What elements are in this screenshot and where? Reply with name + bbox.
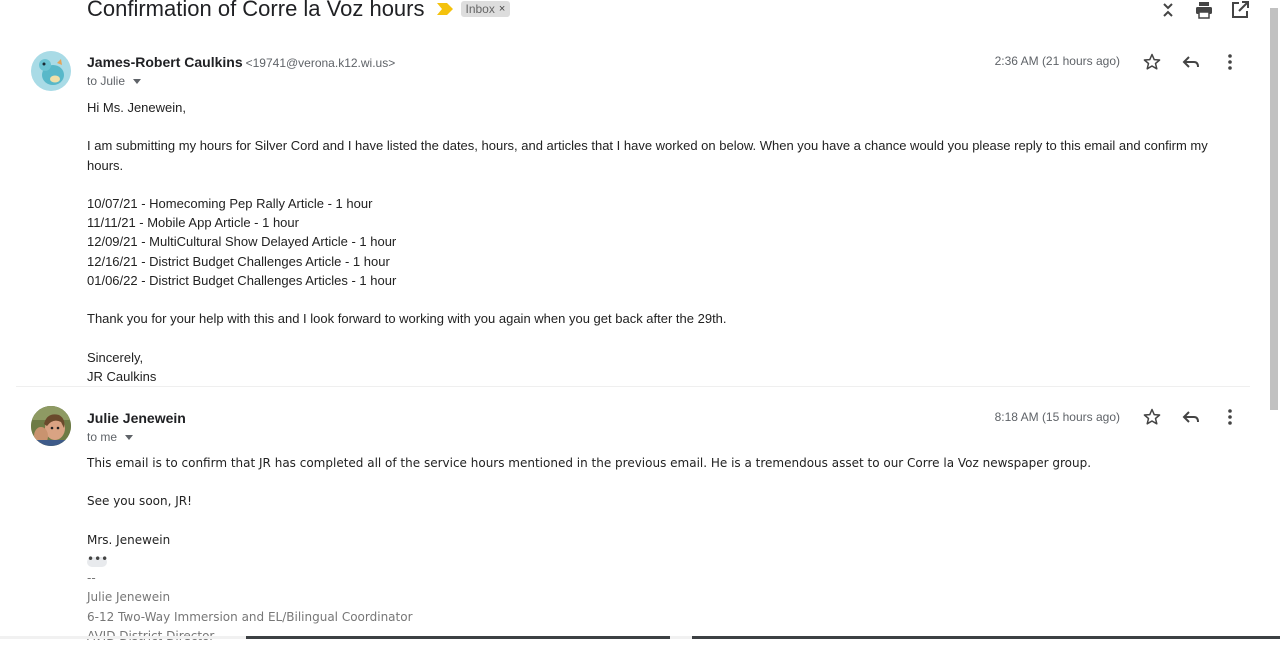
- inbox-label-chip: Inbox ×: [460, 1, 511, 17]
- message-actions: [1142, 52, 1240, 72]
- greeting: Hi Ms. Jenewein,: [87, 100, 186, 115]
- avatar[interactable]: [31, 51, 71, 91]
- star-icon[interactable]: [1142, 407, 1162, 427]
- label-text: Inbox: [465, 2, 495, 16]
- important-marker-icon[interactable]: [436, 3, 453, 15]
- sender-name[interactable]: Julie Jenewein: [87, 410, 186, 426]
- reply-icon[interactable]: [1181, 52, 1201, 72]
- hours-entry: 10/07/21 - Homecoming Pep Rally Article …: [87, 195, 373, 211]
- star-icon[interactable]: [1142, 52, 1162, 72]
- print-icon[interactable]: [1194, 0, 1214, 20]
- signoff: JR Caulkins: [87, 368, 157, 384]
- collapse-all-icon[interactable]: [1158, 0, 1178, 20]
- message-timestamp: 8:18 AM (15 hours ago): [994, 410, 1120, 424]
- recipient-details-toggle[interactable]: to me: [87, 430, 134, 444]
- recipient-text: to me: [87, 430, 118, 444]
- sender-name-text: Julie Jenewein: [87, 410, 186, 426]
- chevron-down-icon: [125, 434, 134, 440]
- signature-title: 6-12 Two-Way Immersion and EL/Bilingual …: [87, 609, 413, 624]
- sender-email: <19741@verona.k12.wi.us>: [245, 56, 396, 70]
- recipient-details-toggle[interactable]: to Julie: [87, 74, 142, 88]
- message-timestamp: 2:36 AM (21 hours ago): [994, 54, 1120, 68]
- show-trimmed-content-button[interactable]: •••: [87, 553, 108, 567]
- recipient-text: to Julie: [87, 74, 126, 88]
- subject-row: Confirmation of Corre la Voz hours Inbox…: [87, 0, 511, 26]
- thread-toolbar: [1158, 0, 1250, 20]
- chevron-down-icon: [133, 78, 142, 84]
- signature-separator: --: [87, 571, 96, 586]
- message-body: Hi Ms. Jenewein, I am submitting my hour…: [87, 98, 1247, 386]
- body-paragraph: This email is to confirm that JR has com…: [87, 456, 1092, 470]
- signature-name: Julie Jenewein: [87, 590, 171, 605]
- sender-name[interactable]: James-Robert Caulkins <19741@verona.k12.w…: [87, 54, 395, 70]
- thread-subject: Confirmation of Corre la Voz hours: [87, 0, 425, 21]
- avatar[interactable]: [31, 406, 71, 446]
- hours-entry: 01/06/22 - District Budget Challenges Ar…: [87, 272, 397, 288]
- reply-icon[interactable]: [1181, 407, 1201, 427]
- more-options-icon[interactable]: [1220, 407, 1240, 427]
- message-actions: [1142, 407, 1240, 427]
- body-paragraph: I am submitting my hours for Silver Cord…: [87, 138, 1208, 173]
- thanks-paragraph: Thank you for your help with this and I …: [87, 311, 727, 327]
- closing: Sincerely,: [87, 349, 144, 365]
- more-options-icon[interactable]: [1220, 52, 1240, 72]
- hours-entry: 12/16/21 - District Budget Challenges Ar…: [87, 253, 390, 269]
- open-in-new-window-icon[interactable]: [1230, 0, 1250, 20]
- scrollbar-track[interactable]: [1268, 0, 1280, 639]
- message-body: This email is to confirm that JR has com…: [87, 454, 1247, 646]
- hours-entry: 12/09/21 - MultiCultural Show Delayed Ar…: [87, 234, 397, 250]
- remove-label-icon[interactable]: ×: [499, 3, 505, 15]
- closing: Mrs. Jenewein: [87, 532, 171, 547]
- body-paragraph: See you soon, JR!: [87, 494, 192, 509]
- scrollbar-thumb[interactable]: [1270, 8, 1278, 410]
- hours-entry: 11/11/21 - Mobile App Article - 1 hour: [87, 215, 299, 231]
- sender-name-text: James-Robert Caulkins: [87, 54, 243, 70]
- message-divider: [16, 386, 1250, 387]
